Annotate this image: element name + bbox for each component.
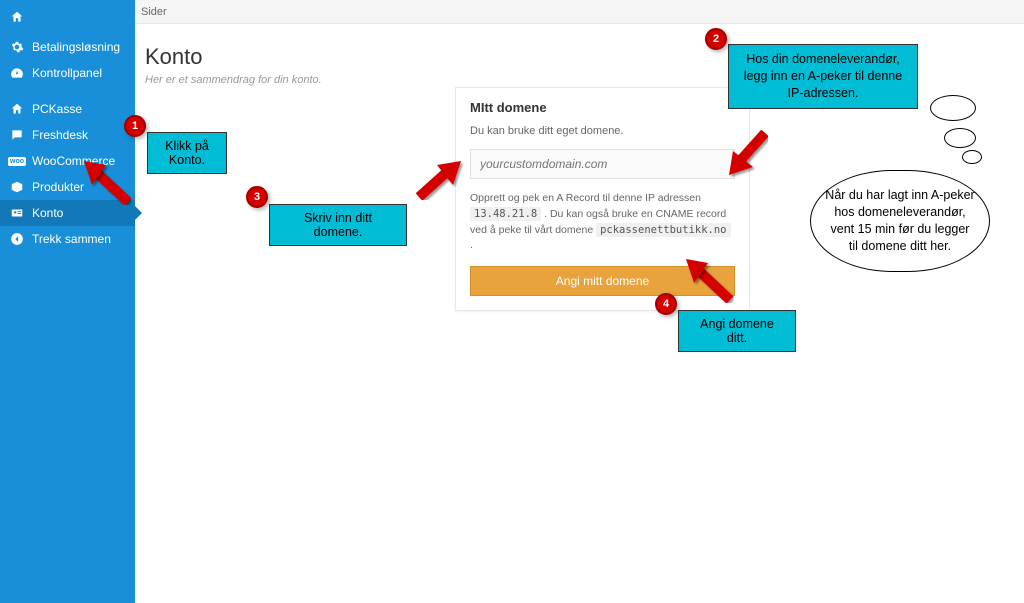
sidebar-item-freshdesk[interactable]: Freshdesk bbox=[0, 122, 135, 148]
annotation-badge-2: 2 bbox=[705, 28, 727, 50]
domain-input[interactable] bbox=[470, 149, 735, 179]
arrow-icon bbox=[413, 155, 468, 203]
sidebar: Betalingsløsning Kontrollpanel PCKasse F… bbox=[0, 0, 135, 603]
sidebar-item-label: Produkter bbox=[32, 180, 84, 194]
sidebar-item-trekksammen[interactable]: Trekk sammen bbox=[0, 226, 135, 252]
thought-bubble: Når du har lagt inn A-peker hos domenele… bbox=[810, 170, 990, 272]
annotation-badge-4: 4 bbox=[655, 293, 677, 315]
annotation-callout-3: Skriv inn ditt domene. bbox=[269, 204, 407, 246]
id-card-icon bbox=[10, 206, 24, 220]
sidebar-item-kontrollpanel[interactable]: Kontrollpanel bbox=[0, 60, 135, 86]
sidebar-item-label: Betalingsløsning bbox=[32, 40, 120, 54]
annotation-badge-1: 1 bbox=[124, 115, 146, 137]
panel-title: MItt domene bbox=[470, 100, 735, 115]
arrow-left-circle-icon bbox=[10, 232, 24, 246]
gauge-icon bbox=[10, 66, 24, 80]
woocommerce-icon: woo bbox=[10, 154, 24, 168]
ip-code: 13.48.21.8 bbox=[470, 207, 541, 221]
annotation-callout-2: Hos din domeneleverandør, legg inn en A-… bbox=[728, 44, 918, 109]
arrow-icon bbox=[723, 127, 773, 182]
sidebar-item-label: Trekk sammen bbox=[32, 232, 111, 246]
gear-icon bbox=[10, 40, 24, 54]
home-icon bbox=[10, 10, 24, 24]
sidebar-item-label: PCKasse bbox=[32, 102, 82, 116]
thought-bubble-dot bbox=[944, 128, 976, 148]
panel-hint: Opprett og pek en A Record til denne IP … bbox=[470, 191, 735, 254]
package-icon bbox=[10, 180, 24, 194]
arrow-icon bbox=[78, 157, 133, 205]
cname-code: pckassenettbutikk.no bbox=[596, 223, 730, 237]
arrow-icon bbox=[680, 255, 735, 303]
home-icon bbox=[10, 102, 24, 116]
thought-bubble-dot bbox=[930, 95, 976, 121]
panel-description: Du kan bruke ditt eget domene. bbox=[470, 125, 735, 137]
annotation-badge-3: 3 bbox=[246, 186, 268, 208]
breadcrumb-label: Sider bbox=[141, 6, 167, 18]
breadcrumb-bar: Sider bbox=[135, 0, 1024, 24]
sidebar-item-label: Kontrollpanel bbox=[32, 66, 102, 80]
sidebar-item-pckasse[interactable]: PCKasse bbox=[0, 96, 135, 122]
sidebar-item-home[interactable] bbox=[0, 0, 135, 34]
annotation-callout-4: Angi domene ditt. bbox=[678, 310, 796, 352]
sidebar-item-label: Freshdesk bbox=[32, 128, 88, 142]
sidebar-item-betaling[interactable]: Betalingsløsning bbox=[0, 34, 135, 60]
chat-icon bbox=[10, 128, 24, 142]
sidebar-item-label: Konto bbox=[32, 206, 63, 220]
annotation-callout-1: Klikk på Konto. bbox=[147, 132, 227, 174]
thought-bubble-dot bbox=[962, 150, 982, 164]
